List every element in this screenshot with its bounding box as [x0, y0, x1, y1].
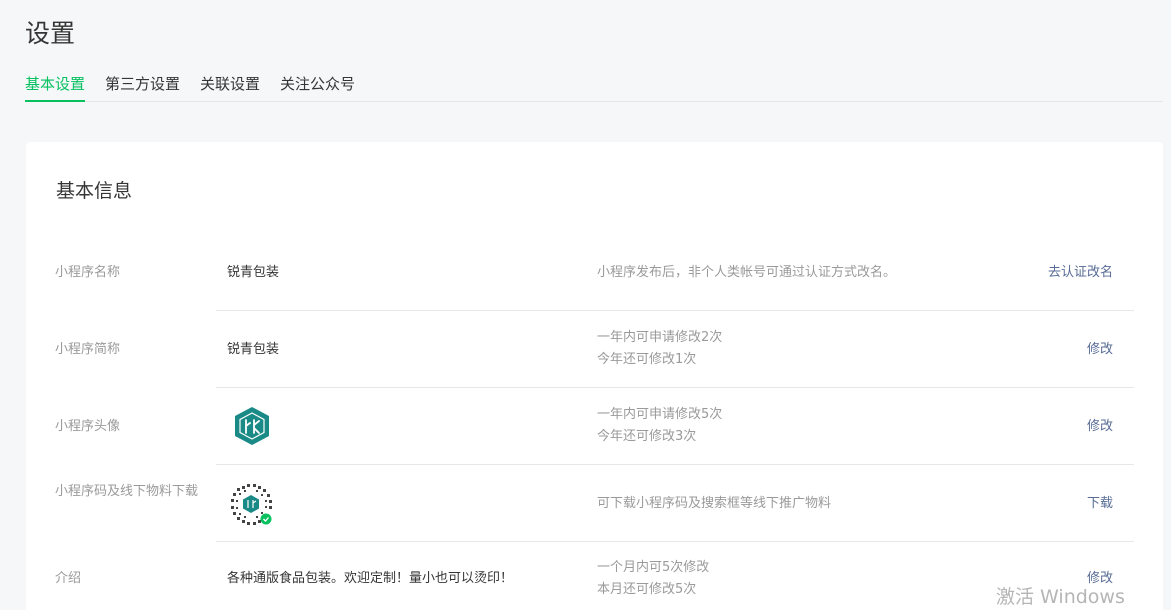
row-label: 小程序简称 — [55, 342, 121, 357]
verify-rename-link[interactable]: 去认证改名 — [1048, 263, 1113, 283]
row-label: 介绍 — [55, 571, 82, 586]
basic-info-card: 基本信息 小程序名称 锐青包装 小程序发布后，非个人类帐号可通过认证方式改名。 … — [26, 142, 1163, 610]
row-introduction: 介绍 各种通版食品包装。欢迎定制！量小也可以烫印！ 一个月内可5次修改 本月还可… — [26, 542, 1163, 610]
page-title: 设置 — [25, 19, 76, 48]
row-mini-program-short-name: 小程序简称 锐青包装 一年内可申请修改2次 今年还可修改1次 修改 — [26, 311, 1163, 388]
tab-third-party-settings[interactable]: 第三方设置 — [105, 72, 180, 102]
desc-line: 一年内可申请修改5次 — [597, 407, 723, 422]
settings-tabs: 基本设置 第三方设置 关联设置 关注公众号 — [25, 72, 1163, 102]
desc-line: 本月还可修改5次 — [597, 582, 697, 597]
desc-line: 今年还可修改3次 — [597, 429, 697, 444]
download-code-link[interactable]: 下载 — [1087, 494, 1113, 514]
mini-program-name-value: 锐青包装 — [227, 265, 280, 280]
windows-activation-watermark: 激活 Windows — [996, 586, 1125, 608]
card-title: 基本信息 — [56, 180, 133, 202]
tab-basic-settings[interactable]: 基本设置 — [25, 72, 86, 102]
introduction-value: 各种通版食品包装。欢迎定制！量小也可以烫印！ — [227, 571, 514, 586]
edit-short-name-link[interactable]: 修改 — [1087, 340, 1113, 360]
row-label: 小程序码及线下物料下载 — [55, 484, 199, 499]
row-label: 小程序头像 — [55, 419, 121, 434]
row-mini-program-avatar: 小程序头像 一年内可申请修改5次 今年还可修改3次 修改 — [26, 388, 1163, 465]
avatar-image — [235, 407, 269, 445]
desc-line: 一个月内可5次修改 — [597, 560, 710, 575]
row-mini-program-name: 小程序名称 锐青包装 小程序发布后，非个人类帐号可通过认证方式改名。 去认证改名 — [26, 234, 1163, 311]
row-description: 一年内可申请修改2次 今年还可修改1次 — [597, 327, 722, 371]
desc-line: 一年内可申请修改2次 — [597, 330, 723, 345]
mini-program-code-image — [226, 479, 276, 529]
desc-line: 今年还可修改1次 — [597, 352, 697, 367]
row-description: 可下载小程序码及搜索框等线下推广物料 — [597, 496, 832, 511]
edit-avatar-link[interactable]: 修改 — [1087, 417, 1113, 437]
row-mini-program-code: 小程序码及线下物料下载 可下载小程序码及搜索框等线下推广物料 下载 — [26, 465, 1163, 542]
tab-linked-settings[interactable]: 关联设置 — [200, 72, 260, 102]
short-name-value: 锐青包装 — [227, 342, 280, 357]
row-label: 小程序名称 — [55, 265, 121, 280]
row-description: 一个月内可5次修改 本月还可修改5次 — [597, 557, 709, 601]
row-description: 一年内可申请修改5次 今年还可修改3次 — [597, 404, 722, 448]
tab-follow-official-account[interactable]: 关注公众号 — [280, 72, 355, 102]
row-description: 小程序发布后，非个人类帐号可通过认证方式改名。 — [597, 265, 897, 280]
